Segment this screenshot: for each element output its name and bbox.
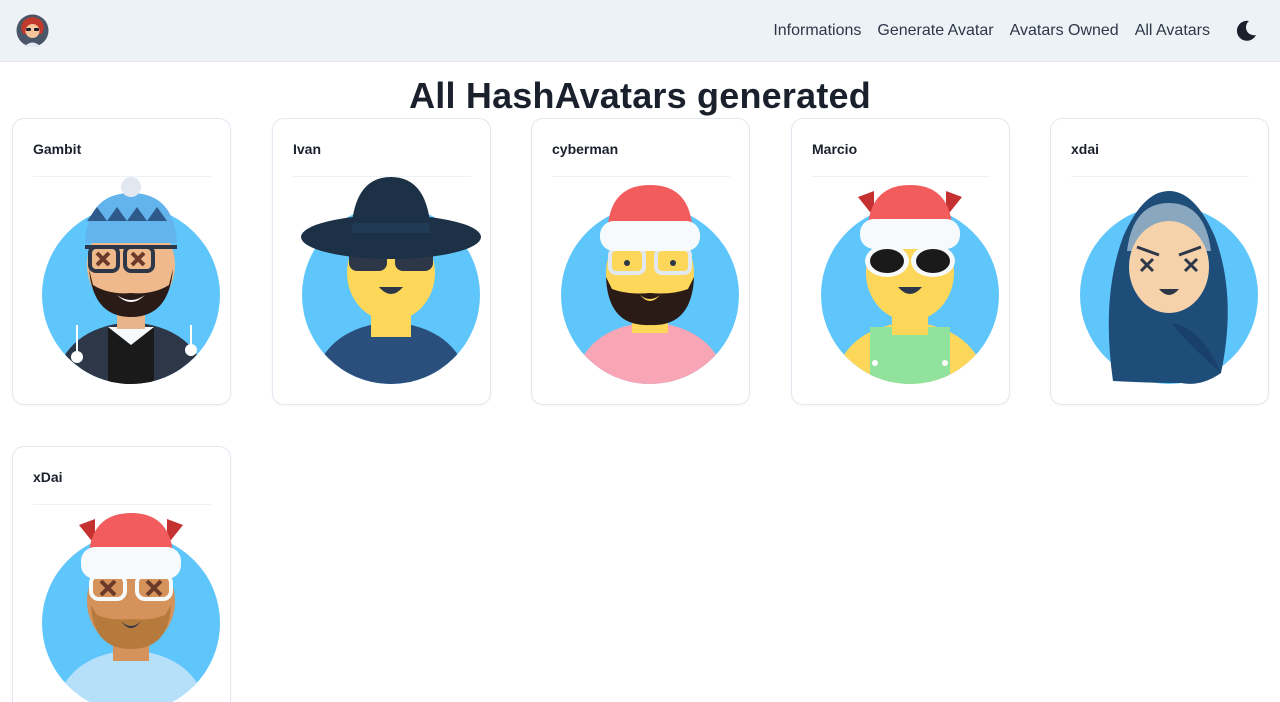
avatar-card[interactable]: xdai <box>1050 118 1269 405</box>
navbar: Informations Generate Avatar Avatars Own… <box>0 0 1280 62</box>
avatar-card[interactable]: Marcio <box>791 118 1010 405</box>
avatar-logo-icon[interactable] <box>16 14 49 47</box>
avatar-santa-beard-tan-icon <box>42 513 220 702</box>
avatar-beanie-bearded-icon <box>42 177 220 384</box>
avatar-name: Gambit <box>33 141 82 157</box>
avatar-card[interactable]: Ivan <box>272 118 491 405</box>
avatar-card[interactable]: xDai <box>12 446 231 702</box>
moon-icon[interactable] <box>1233 18 1259 44</box>
nav-link-informations[interactable]: Informations <box>773 20 861 42</box>
avatar-santa-sunglasses-icon <box>821 185 999 384</box>
avatar-card[interactable]: cyberman <box>531 118 750 405</box>
nav-link-avatars-owned[interactable]: Avatars Owned <box>1010 20 1119 42</box>
avatar-name: xDai <box>33 469 63 485</box>
avatar-santa-bearded-icon <box>561 185 739 384</box>
avatar-card[interactable]: Gambit <box>12 118 231 405</box>
nav-link-all-avatars[interactable]: All Avatars <box>1135 20 1210 42</box>
avatar-hat-sunglasses-icon <box>301 177 481 384</box>
avatar-name: cyberman <box>552 141 619 157</box>
nav-links: Informations Generate Avatar Avatars Own… <box>773 20 1210 42</box>
page-title: All HashAvatars generated <box>409 75 871 116</box>
avatar-hijab-icon <box>1080 191 1258 384</box>
nav-link-generate-avatar[interactable]: Generate Avatar <box>877 20 993 42</box>
avatar-name: Marcio <box>812 141 858 157</box>
avatar-name: xdai <box>1071 141 1100 157</box>
avatar-name: Ivan <box>293 141 322 157</box>
